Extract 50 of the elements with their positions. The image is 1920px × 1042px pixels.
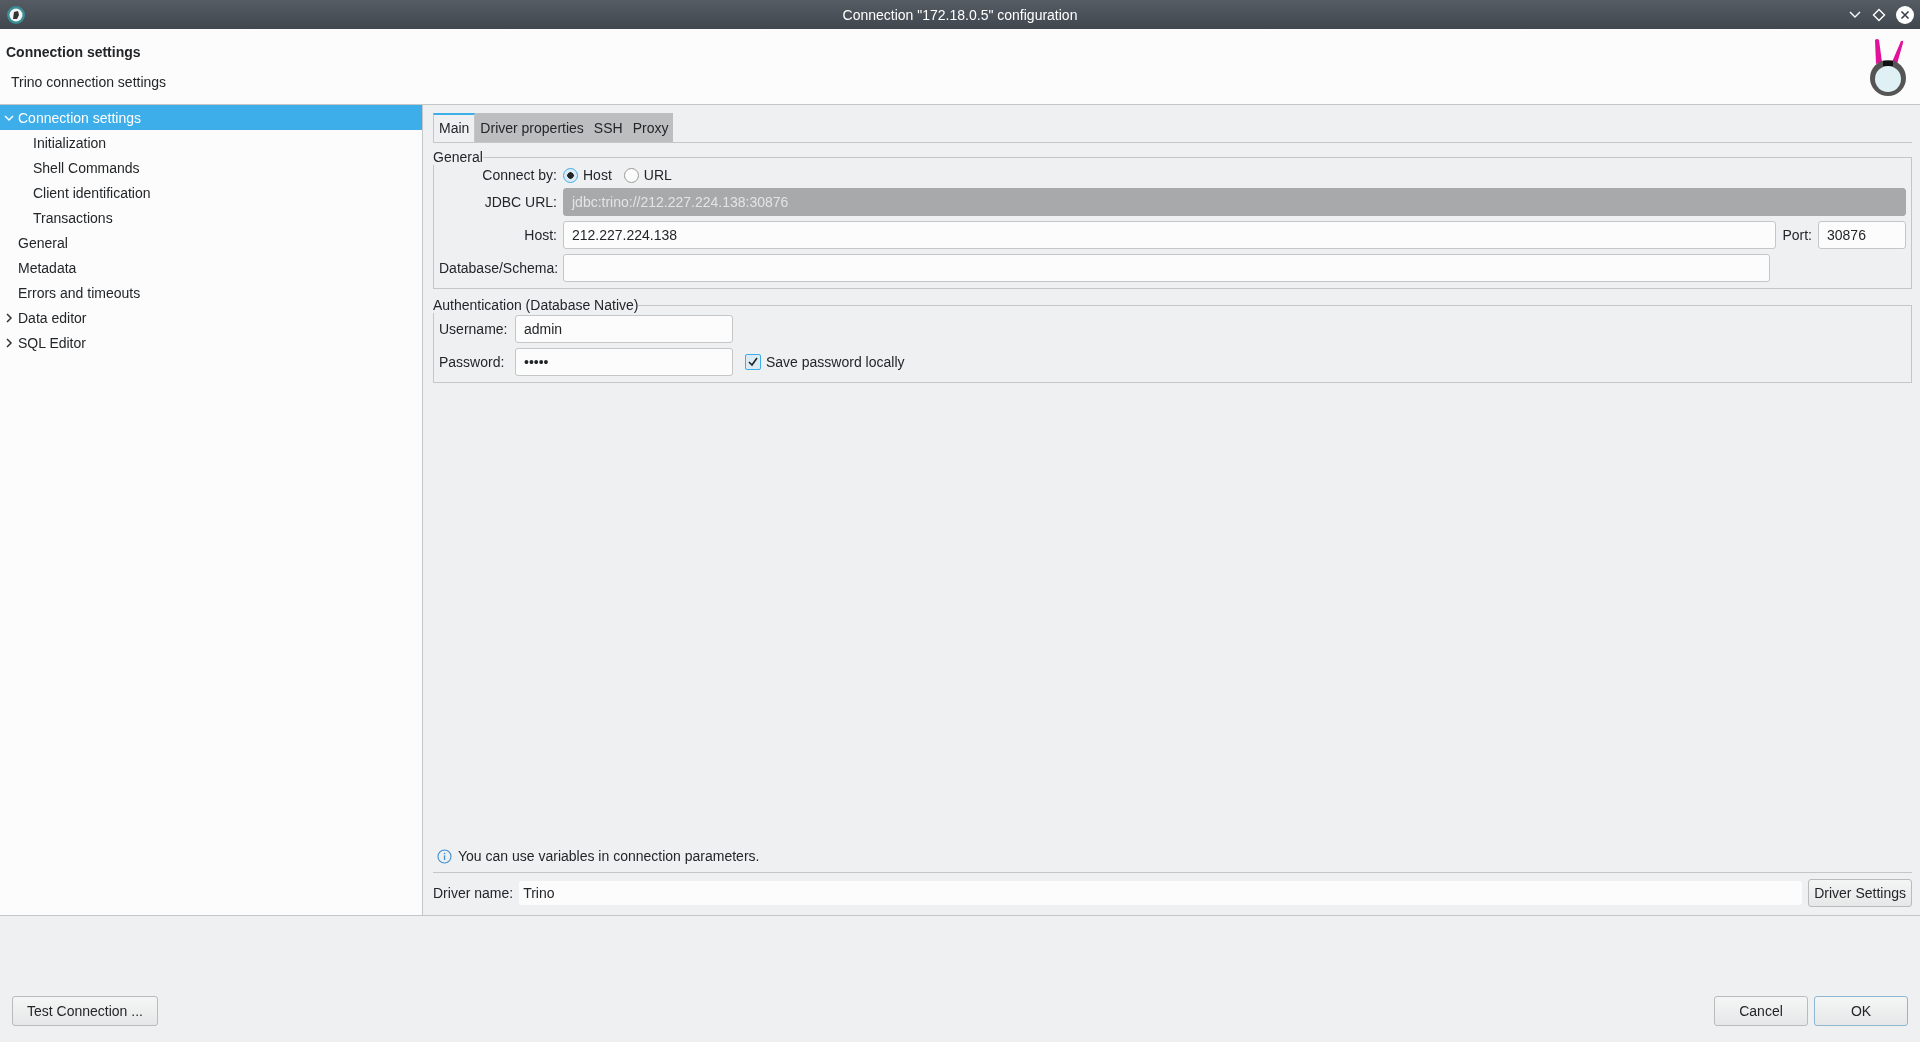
close-icon[interactable] [1896, 5, 1914, 24]
group-title: General [433, 149, 483, 165]
chevron-right-icon[interactable] [4, 337, 14, 348]
tree-item[interactable]: General [0, 230, 422, 255]
tab[interactable]: Driver properties [475, 113, 589, 142]
maximize-icon[interactable] [1872, 7, 1886, 22]
info-text: You can use variables in connection parameters. [458, 848, 760, 864]
tree-item[interactable]: Data editor [0, 305, 422, 330]
checkbox[interactable] [745, 354, 761, 370]
minimize-icon[interactable] [1848, 9, 1862, 20]
window-title: Connection "172.18.0.5" configuration [842, 6, 1078, 23]
password-field[interactable]: ••••• [515, 348, 733, 376]
field-label: Database/Schema: [439, 260, 557, 276]
radio-option[interactable]: URL [623, 167, 672, 183]
app-icon [6, 4, 26, 25]
username-field[interactable]: admin [515, 315, 733, 343]
radio-option[interactable]: Host [563, 167, 612, 183]
radio-button[interactable] [623, 167, 639, 183]
field-label: Port: [1782, 227, 1812, 243]
page-subtitle: Trino connection settings [10, 73, 167, 90]
field-label: Connect by: [481, 167, 557, 183]
ok-button[interactable]: OK [1814, 996, 1908, 1026]
page-title: Connection settings [6, 43, 142, 60]
tree-item[interactable]: Transactions [0, 205, 422, 230]
port-field[interactable]: 30876 [1818, 221, 1906, 249]
radio-button[interactable] [563, 167, 578, 183]
chevron-right-icon[interactable] [4, 312, 14, 323]
cancel-button[interactable]: Cancel [1714, 996, 1808, 1026]
tree-item[interactable]: Errors and timeouts [0, 280, 422, 305]
field-label: Host: [523, 227, 557, 243]
tab[interactable]: Proxy [627, 113, 674, 142]
tab[interactable]: SSH [588, 113, 628, 142]
field-label: Password: [439, 354, 506, 370]
driver-settings-button[interactable]: Driver Settings [1808, 879, 1912, 907]
tree-item[interactable]: SQL Editor [0, 330, 422, 355]
tree-item[interactable]: Initialization [0, 130, 422, 155]
test-connection-button[interactable]: Test Connection ... [12, 996, 158, 1026]
group-title: Authentication (Database Native) [433, 297, 639, 313]
field-label: Driver name: [433, 885, 514, 901]
tab[interactable]: Main [433, 113, 476, 142]
field-label: JDBC URL: [483, 194, 557, 210]
driver-name-field: Trino [519, 881, 1803, 905]
tree-item[interactable]: Shell Commands [0, 155, 422, 180]
save-password-option[interactable]: Save password locally [745, 354, 905, 370]
tree-item[interactable]: Metadata [0, 255, 422, 280]
host-field[interactable]: 212.227.224.138 [563, 221, 1777, 249]
database-field[interactable] [563, 254, 1770, 282]
field-label: Username: [439, 321, 509, 337]
info-icon [437, 848, 452, 864]
tree-item[interactable]: Client identification [0, 180, 422, 205]
